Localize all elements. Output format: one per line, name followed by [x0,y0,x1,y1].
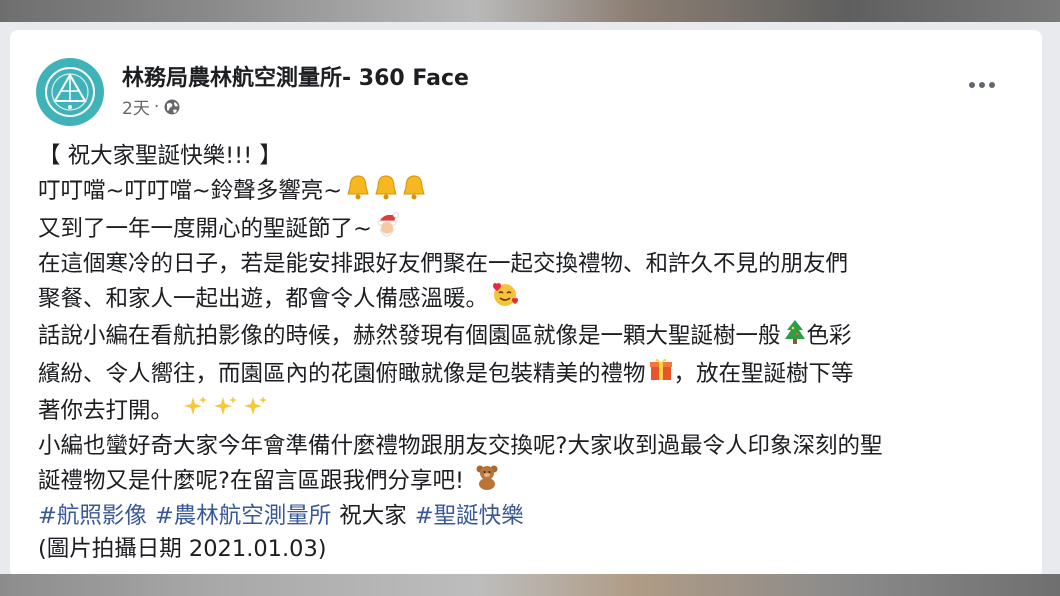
post-line-3: 又到了一年一度開心的聖誕節了~ [38,210,1028,248]
post-text: 話說小編在看航拍影像的時候，赫然發現有個園區就像是一顆大聖誕樹一般 [38,323,781,349]
meta-separator: · [153,96,160,117]
post-line-5: 聚餐、和家人一起出遊，都會令人備感溫暖。 [38,280,1028,318]
post-text: 祝大家 [339,503,407,529]
hashtag-link[interactable]: #農林航空測量所 [155,500,331,533]
facebook-post-card: 林務局農林航空測量所- 360 Face 2天 · 【 祝大家聖誕快樂!!! 】… [10,30,1042,578]
post-text: ，放在聖誕樹下等 [673,360,854,387]
post-text: 誕禮物又是什麼呢?在留言區跟我們分享吧! [38,468,464,494]
post-line-1: 【 祝大家聖誕快樂!!! 】 [38,140,1028,173]
smiling-face-hearts-emoji [490,280,520,318]
post-line-2: 叮叮噹~叮叮噹~鈴聲多響亮~ [38,173,1028,211]
teddy-bear-emoji [474,463,500,501]
gift-emoji [648,355,674,393]
post-line-6: 話說小編在看航拍影像的時候，赫然發現有個園區就像是一顆大聖誕樹一般 色彩 [38,318,1028,356]
post-text: 著你去打開。 [38,398,174,424]
post-line-7: 繽紛、令人嚮往，而園區內的花園俯瞰就像是包裝精美的禮物 ，放在聖誕樹下等 [38,355,1028,393]
video-frame-top-blur [0,0,1060,22]
post-text: 又到了一年一度開心的聖誕節了~ [38,215,372,242]
sparkles-emoji [183,393,273,431]
bell-emoji [344,173,428,211]
hashtag-link[interactable]: #航照影像 [38,500,147,533]
page-name-link[interactable]: 林務局農林航空測量所- 360 Face [122,60,469,92]
post-timestamp[interactable]: 2天 [122,94,150,119]
santa-emoji [374,210,402,248]
post-date-note: (圖片拍攝日期 2021.01.03) [38,533,1028,566]
more-dot-2 [979,82,985,88]
post-line-9: 小編也蠻好奇大家今年會準備什麼禮物跟朋友交換呢?大家收到過最令人印象深刻的聖 [38,430,1028,463]
more-dot-1 [969,82,975,88]
forestry-logo-icon [45,67,95,117]
post-meta: 2天 · [122,94,181,119]
more-options-button[interactable] [960,70,1004,100]
hashtag-link[interactable]: #聖誕快樂 [415,500,524,533]
post-hashtags-line: #航照影像 #農林航空測量所 祝大家 #聖誕快樂 [38,500,1028,533]
post-line-8: 著你去打開。 [38,393,1028,431]
post-text: 小編也蠻好奇大家今年會準備什麼禮物跟朋友交換呢?大家收到過最令人印象深刻的聖 [38,433,883,459]
post-text: 【 祝大家聖誕快樂!!! 】 [38,143,282,169]
globe-icon[interactable] [163,98,181,116]
christmas-tree-emoji [783,318,807,356]
post-text: 叮叮噹~叮叮噹~鈴聲多響亮~ [38,178,343,204]
more-dot-3 [989,82,995,88]
post-line-4: 在這個寒冷的日子，若是能安排跟好友們聚在一起交換禮物、和許久不見的朋友們 [38,248,1028,281]
post-text: 繽紛、令人嚮往，而園區內的花園俯瞰就像是包裝精美的禮物 [38,360,646,387]
video-frame-bottom-blur [0,574,1060,596]
post-text: 色彩 [806,323,852,349]
post-text: (圖片拍攝日期 2021.01.03) [38,535,327,562]
post-text: 聚餐、和家人一起出遊，都會令人備感溫暖。 [38,285,489,312]
post-body: 【 祝大家聖誕快樂!!! 】 叮叮噹~叮叮噹~鈴聲多響亮~ 又到了一年一度開心的… [38,140,1028,565]
post-text: 在這個寒冷的日子，若是能安排跟好友們聚在一起交換禮物、和許久不見的朋友們 [38,250,849,277]
post-line-10: 誕禮物又是什麼呢?在留言區跟我們分享吧! [38,463,1028,501]
page-avatar[interactable] [36,58,104,126]
